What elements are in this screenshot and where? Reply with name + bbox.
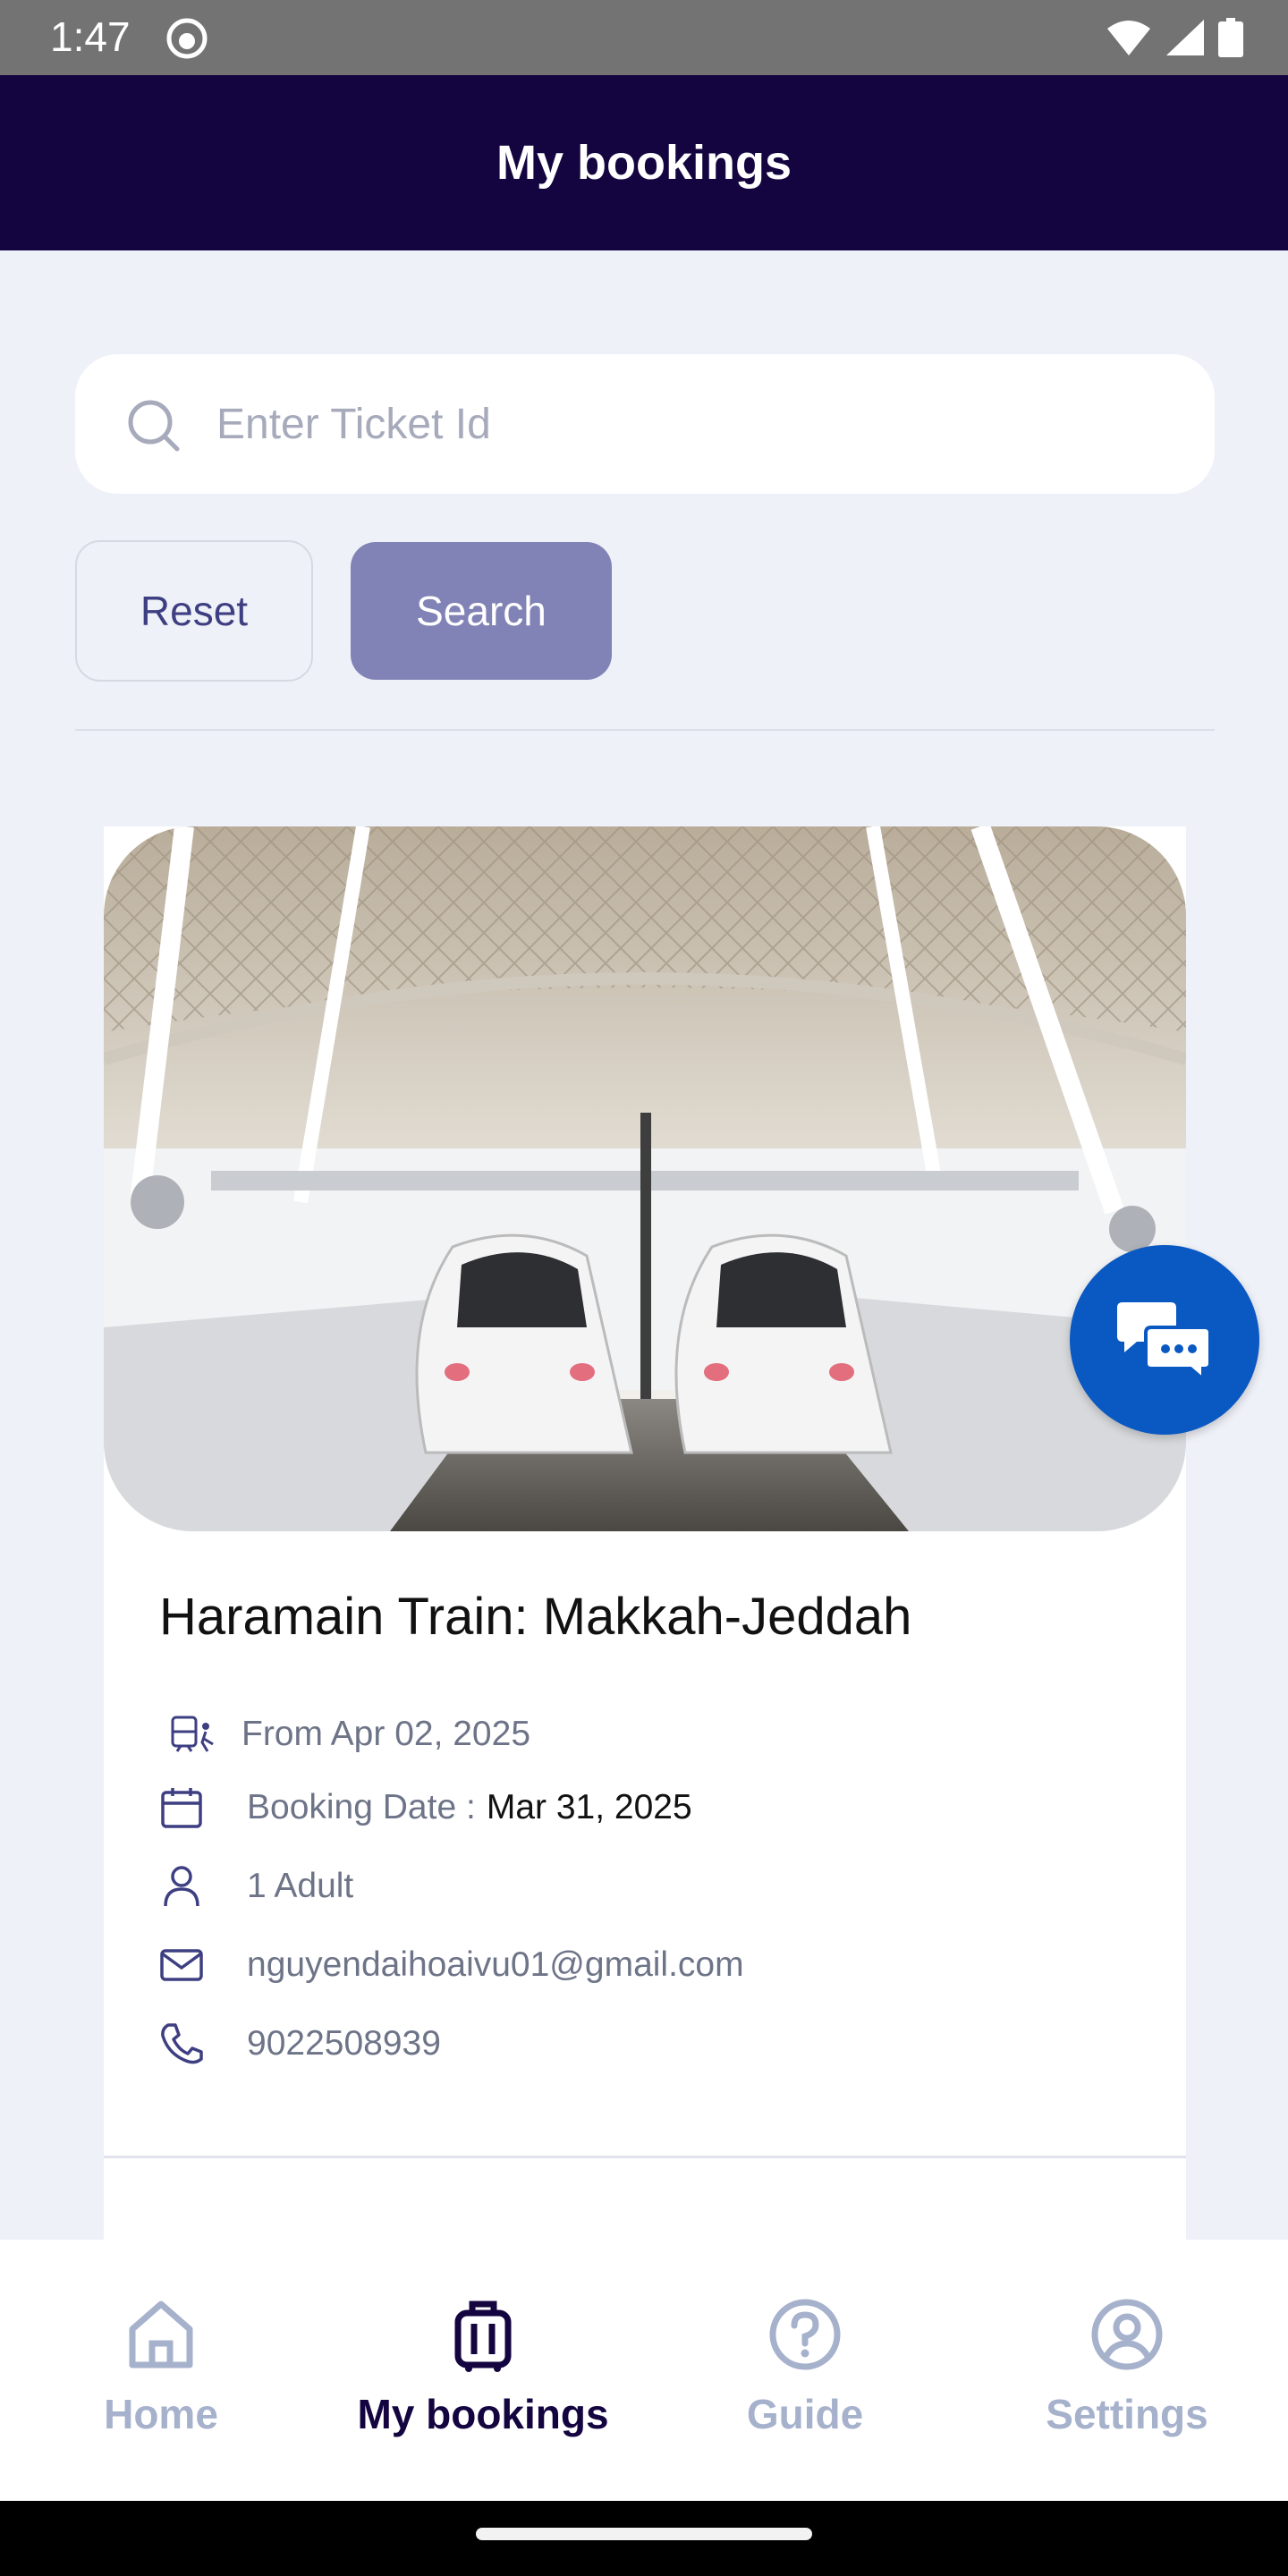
user-circle-icon <box>1091 2299 1163 2370</box>
status-bar: 1:47 <box>0 0 1288 75</box>
bottom-navigation: Home My bookings Guide Settings <box>0 2240 1288 2501</box>
nav-guide-label: Guide <box>746 2391 864 2437</box>
search-box[interactable] <box>75 354 1215 494</box>
chat-button[interactable] <box>1070 1245 1259 1435</box>
signal-icon <box>1166 20 1204 55</box>
nav-guide[interactable]: Guide <box>644 2240 966 2501</box>
page-title: My bookings <box>496 136 792 190</box>
system-gesture-bar <box>0 2501 1288 2576</box>
booking-date-value: Mar 31, 2025 <box>486 1788 692 1826</box>
passengers-row: 1 Adult <box>159 1864 353 1909</box>
person-icon <box>164 1866 199 1907</box>
travel-date: From Apr 02, 2025 <box>242 1715 531 1753</box>
booking-title: Haramain Train: Makkah-Jeddah <box>159 1588 912 1646</box>
app-notification-icon <box>166 18 208 59</box>
train-passenger-icon <box>171 1716 214 1752</box>
booking-card[interactable]: Haramain Train: Makkah-Jeddah From Apr 0… <box>104 826 1186 2275</box>
home-gesture-handle[interactable] <box>476 2528 812 2540</box>
booking-phone: 9022508939 <box>247 2024 441 2063</box>
luggage-icon <box>454 2301 512 2372</box>
nav-my-bookings-label: My bookings <box>357 2391 609 2437</box>
phone-icon <box>161 2023 203 2064</box>
phone-row: 9022508939 <box>159 2021 441 2066</box>
passenger-count: 1 Adult <box>247 1867 354 1905</box>
reset-button[interactable]: Reset <box>75 540 313 682</box>
calendar-icon <box>161 1788 202 1828</box>
question-circle-icon <box>769 2299 841 2370</box>
nav-settings[interactable]: Settings <box>966 2240 1288 2501</box>
search-button[interactable]: Search <box>351 542 612 680</box>
train-station-image <box>104 826 1186 1531</box>
chat-icon <box>1117 1302 1212 1383</box>
card-divider <box>104 2156 1186 2158</box>
booking-date-label: Booking Date : <box>247 1788 476 1826</box>
wifi-icon <box>1107 21 1150 55</box>
booking-email: nguyendaihoaivu01@gmail.com <box>247 1945 744 1984</box>
nav-my-bookings[interactable]: My bookings <box>322 2240 644 2501</box>
status-icons <box>1106 16 1243 59</box>
nav-settings-label: Settings <box>1046 2391 1208 2437</box>
nav-home-label: Home <box>104 2391 218 2437</box>
battery-icon <box>1218 18 1243 57</box>
nav-home[interactable]: Home <box>0 2240 322 2501</box>
mail-icon <box>160 1949 203 1981</box>
home-icon <box>129 2301 193 2368</box>
ticket-id-input[interactable] <box>216 390 1165 458</box>
app-bar: My bookings <box>0 75 1288 250</box>
email-row: nguyendaihoaivu01@gmail.com <box>159 1943 744 1987</box>
divider <box>75 729 1215 731</box>
travel-date-row: From Apr 02, 2025 <box>159 1712 530 1757</box>
booking-date-row: Booking Date : Mar 31, 2025 <box>159 1785 692 1830</box>
search-icon <box>128 400 180 452</box>
status-time: 1:47 <box>50 13 131 60</box>
